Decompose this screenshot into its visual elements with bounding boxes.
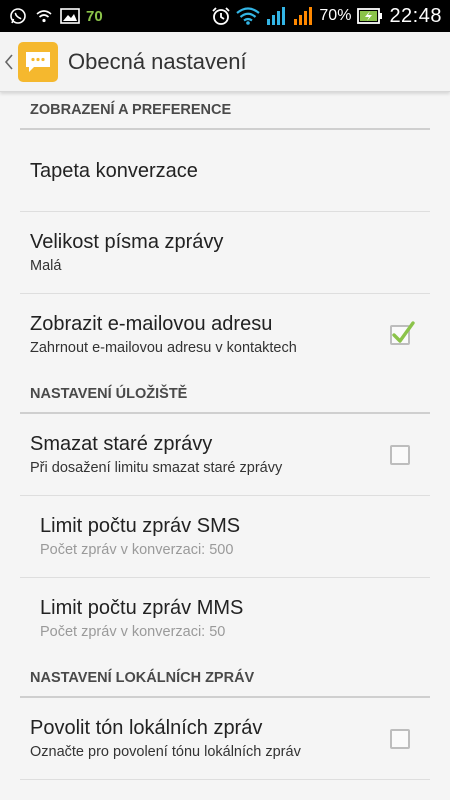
status-bar: 70 70% 22:48	[0, 0, 450, 32]
pref-delete-old-messages[interactable]: Smazat staré zprávy Při dosažení limitu …	[20, 414, 430, 496]
wifi-icon	[236, 7, 261, 25]
pref-title: Povolit tón lokálních zpráv	[30, 716, 263, 739]
pref-summary: Počet zpráv v konverzaci: 50	[40, 624, 226, 640]
pref-message-font-size[interactable]: Velikost písma zprávy Malá	[20, 212, 430, 294]
battery-charging-icon	[356, 7, 384, 25]
action-bar: Obecná nastavení	[0, 32, 450, 92]
pref-mms-limit[interactable]: Limit počtu zpráv MMS Počet zpráv v konv…	[20, 578, 430, 660]
page-title: Obecná nastavení	[68, 48, 247, 74]
wifi-small-icon	[34, 7, 54, 25]
clock: 22:48	[389, 4, 442, 27]
pref-summary: Zahrnout e-mailovou adresu v kontaktech	[30, 340, 297, 356]
notification-count: 70	[86, 7, 103, 25]
show-email-checkbox[interactable]	[390, 321, 415, 345]
pref-summary: Označte pro povolení tónu lokálních zprá…	[30, 743, 301, 760]
section-header-local-messages: NASTAVENÍ LOKÁLNÍCH ZPRÁV	[20, 660, 430, 698]
pref-title: Zobrazit e-mailovou adresu	[30, 313, 273, 335]
alarm-icon	[211, 7, 231, 25]
signal-orange-icon	[292, 7, 314, 25]
pref-local-message-tone[interactable]: Povolit tón lokálních zpráv Označte pro …	[20, 698, 430, 780]
up-navigation-button[interactable]	[0, 32, 58, 92]
pref-title: Limit počtu zpráv SMS	[40, 514, 241, 537]
whatsapp-icon	[8, 7, 28, 25]
battery-percent: 70%	[319, 7, 352, 24]
pref-summary: Při dosažení limitu smazat staré zprávy	[30, 459, 283, 476]
delete-old-messages-checkbox[interactable]	[390, 444, 410, 465]
section-header-display: ZOBRAZENÍ A PREFERENCE	[20, 92, 430, 130]
back-chevron-icon	[4, 52, 16, 72]
pref-summary: Malá	[30, 257, 62, 274]
checkmark-icon	[391, 319, 415, 349]
section-header-storage: NASTAVENÍ ÚLOŽIŠTĚ	[20, 376, 430, 414]
pref-title: Limit počtu zpráv MMS	[40, 597, 244, 619]
pref-title: Tapeta konverzace	[30, 159, 198, 182]
signal-blue-icon	[265, 7, 287, 25]
pref-sms-limit[interactable]: Limit počtu zpráv SMS Počet zpráv v konv…	[20, 496, 430, 578]
pref-conversation-wallpaper[interactable]: Tapeta konverzace	[20, 130, 430, 212]
pref-title: Smazat staré zprávy	[30, 432, 213, 455]
messaging-app-icon	[18, 41, 58, 82]
pref-show-email-address[interactable]: Zobrazit e-mailovou adresu Zahrnout e-ma…	[20, 294, 430, 376]
preferences-list: ZOBRAZENÍ A PREFERENCE Tapeta konverzace…	[0, 92, 450, 800]
pref-title: Velikost písma zprávy	[30, 230, 224, 253]
pref-summary: Počet zpráv v konverzaci: 500	[40, 541, 234, 558]
local-message-tone-checkbox[interactable]	[390, 728, 410, 749]
gallery-icon	[60, 7, 80, 25]
